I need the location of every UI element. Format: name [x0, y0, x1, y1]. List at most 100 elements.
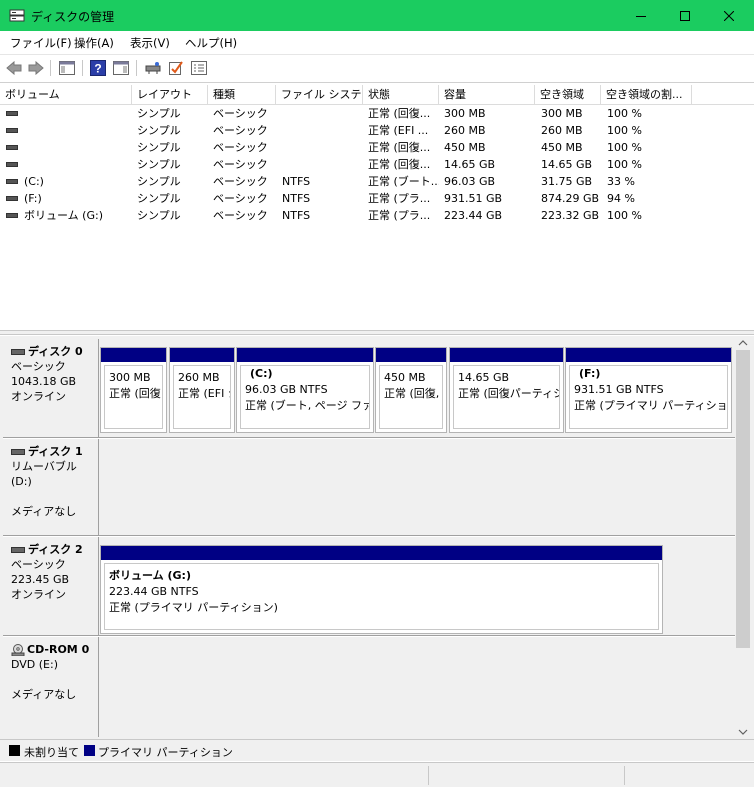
menu-view[interactable]: 表示(V)	[130, 35, 170, 51]
connect-drive-icon	[145, 62, 161, 74]
properties-check-icon	[169, 61, 183, 75]
disk-size	[11, 672, 98, 687]
volume-icon	[6, 212, 18, 218]
partition-status: 正常 (回復パーティシ	[458, 387, 560, 400]
disk-icon	[11, 449, 25, 455]
column-free-space[interactable]: 空き領域	[535, 85, 601, 105]
properties-check-button[interactable]	[167, 59, 185, 77]
partition-block[interactable]: 450 MB 正常 (回復,	[375, 347, 447, 433]
back-button[interactable]	[5, 59, 23, 77]
help-button[interactable]: ?	[89, 59, 107, 77]
disk-label[interactable]: ディスク 1 リムーバブル (D:) メディアなし	[3, 439, 99, 535]
volume-name: (C:)	[24, 175, 44, 188]
column-free-percent[interactable]: 空き領域の割...	[601, 85, 692, 105]
partition-size: 223.44 GB NTFS	[109, 585, 199, 598]
column-type[interactable]: 種類	[208, 85, 276, 105]
settings-list-icon	[191, 61, 207, 75]
partition-block[interactable]: ボリューム (G:) 223.44 GB NTFS 正常 (プライマリ パーティショ…	[100, 545, 663, 634]
partition-name: ボリューム (G:)	[109, 569, 191, 582]
cell-type: ベーシック	[213, 175, 268, 188]
cell-layout: シンプル	[137, 107, 181, 120]
partition-status: 正常 (プライマリ パーティション)	[109, 601, 278, 614]
partition-color-bar	[101, 348, 166, 362]
disk-status: オンライン	[11, 588, 66, 601]
partition-block[interactable]: (C:) 96.03 GB NTFS 正常 (ブート, ページ ファイル	[236, 347, 374, 433]
cell-free-percent: 100 %	[607, 209, 642, 222]
help-icon: ?	[90, 60, 106, 76]
disk-status: メディアなし	[11, 505, 77, 518]
disk-row: ディスク 0 ベーシック 1043.18 GB オンライン 300 MB 正常 (…	[3, 339, 735, 439]
volume-row[interactable]: シンプル ベーシック 正常 (回復... 14.65 GB 14.65 GB 100 %	[0, 156, 754, 173]
column-capacity[interactable]: 容量	[439, 85, 535, 105]
partition-block[interactable]: 14.65 GB 正常 (回復パーティシ	[449, 347, 564, 433]
maximize-button[interactable]	[662, 0, 708, 31]
cell-free-percent: 100 %	[607, 124, 642, 137]
volume-icon	[6, 110, 18, 116]
cell-free-percent: 33 %	[607, 175, 635, 188]
cell-layout: シンプル	[137, 209, 181, 222]
cell-capacity: 14.65 GB	[444, 158, 496, 171]
legend-swatch-unallocated	[9, 745, 20, 756]
column-status[interactable]: 状態	[363, 85, 439, 105]
cell-layout: シンプル	[137, 124, 181, 137]
show-hide-console-tree-button[interactable]	[58, 59, 76, 77]
disk-status: メディアなし	[11, 688, 77, 701]
partition-size: 14.65 GB	[458, 371, 510, 384]
cell-file-system: NTFS	[282, 209, 311, 222]
disk-label[interactable]: ディスク 2 ベーシック 223.45 GB オンライン	[3, 537, 99, 635]
show-hide-action-pane-button[interactable]	[112, 59, 130, 77]
cell-status: 正常 (プラ...	[368, 209, 431, 222]
volume-row[interactable]: (F:) シンプル ベーシック NTFS 正常 (プラ... 931.51 GB 874.2…	[0, 190, 754, 207]
cell-capacity: 300 MB	[444, 107, 486, 120]
graphical-view-scrollbar[interactable]	[735, 336, 751, 739]
partition-color-bar	[237, 348, 373, 362]
volume-row[interactable]: シンプル ベーシック 正常 (EFI ... 260 MB 260 MB 100 %	[0, 122, 754, 139]
pane-splitter[interactable]	[0, 330, 754, 335]
column-file-system[interactable]: ファイル システム	[276, 85, 363, 105]
volume-row[interactable]: シンプル ベーシック 正常 (回復... 450 MB 450 MB 100 %	[0, 139, 754, 156]
cell-file-system	[282, 105, 363, 122]
volume-icon	[6, 178, 18, 184]
menu-file[interactable]: ファイル(F)	[10, 35, 72, 51]
volume-icon	[6, 161, 18, 167]
cell-volume: (F:)	[6, 190, 132, 207]
volume-row[interactable]: シンプル ベーシック 正常 (回復... 300 MB 300 MB 100 %	[0, 105, 754, 122]
disk-type: ベーシック	[11, 360, 66, 373]
settings-list-button[interactable]	[190, 59, 208, 77]
disk-size: 223.45 GB	[11, 573, 70, 586]
cell-file-system	[282, 156, 363, 173]
partition-block[interactable]: 300 MB 正常 (回復	[100, 347, 167, 433]
disk-label[interactable]: CD-ROM 0 DVD (E:) メディアなし	[3, 637, 99, 737]
disk-name: ディスク 0	[28, 345, 83, 358]
menu-action[interactable]: 操作(A)	[74, 35, 114, 51]
cell-status: 正常 (回復...	[368, 107, 431, 120]
partition-block[interactable]: 260 MB 正常 (EFI シ	[169, 347, 235, 433]
forward-button[interactable]	[27, 59, 45, 77]
partition-status: 正常 (EFI シ	[178, 387, 230, 400]
volume-row[interactable]: (C:) シンプル ベーシック NTFS 正常 (ブート... 96.03 GB 31.75…	[0, 173, 754, 190]
cell-type: ベーシック	[213, 124, 268, 137]
cell-layout: シンプル	[137, 192, 181, 205]
partition-block[interactable]: (F:) 931.51 GB NTFS 正常 (プライマリ パーティション)	[565, 347, 732, 433]
volume-row[interactable]: ボリューム (G:) シンプル ベーシック NTFS 正常 (プラ... 223.44 G…	[0, 207, 754, 224]
disk-label[interactable]: ディスク 0 ベーシック 1043.18 GB オンライン	[3, 339, 99, 439]
volume-icon	[6, 144, 18, 150]
close-button[interactable]	[706, 0, 752, 31]
column-layout[interactable]: レイアウト	[132, 85, 208, 105]
connect-drive-button[interactable]	[144, 59, 162, 77]
cell-capacity: 260 MB	[444, 124, 486, 137]
svg-text:?: ?	[94, 62, 101, 76]
partition-size: 300 MB	[109, 371, 151, 384]
disk-row: ディスク 2 ベーシック 223.45 GB オンライン ボリューム (G:) 2…	[3, 537, 735, 635]
disk-partition-area: 300 MB 正常 (回復 260 MB 正常 (EFI シ (C:) 96.03 G…	[100, 339, 735, 439]
volume-name: ボリューム (G:)	[24, 209, 103, 222]
minimize-button[interactable]	[618, 0, 664, 31]
menu-bar: ファイル(F) 操作(A) 表示(V) ヘルプ(H)	[0, 31, 754, 53]
scrollbar-thumb[interactable]	[736, 350, 750, 648]
menu-help[interactable]: ヘルプ(H)	[185, 35, 237, 51]
disk-row: CD-ROM 0 DVD (E:) メディアなし	[3, 637, 735, 737]
partition-status: 正常 (ブート, ページ ファイル	[245, 399, 369, 412]
cell-free-space: 223.32 GB	[541, 209, 600, 222]
cell-type: ベーシック	[213, 158, 268, 171]
column-volume[interactable]: ボリューム	[0, 85, 132, 105]
